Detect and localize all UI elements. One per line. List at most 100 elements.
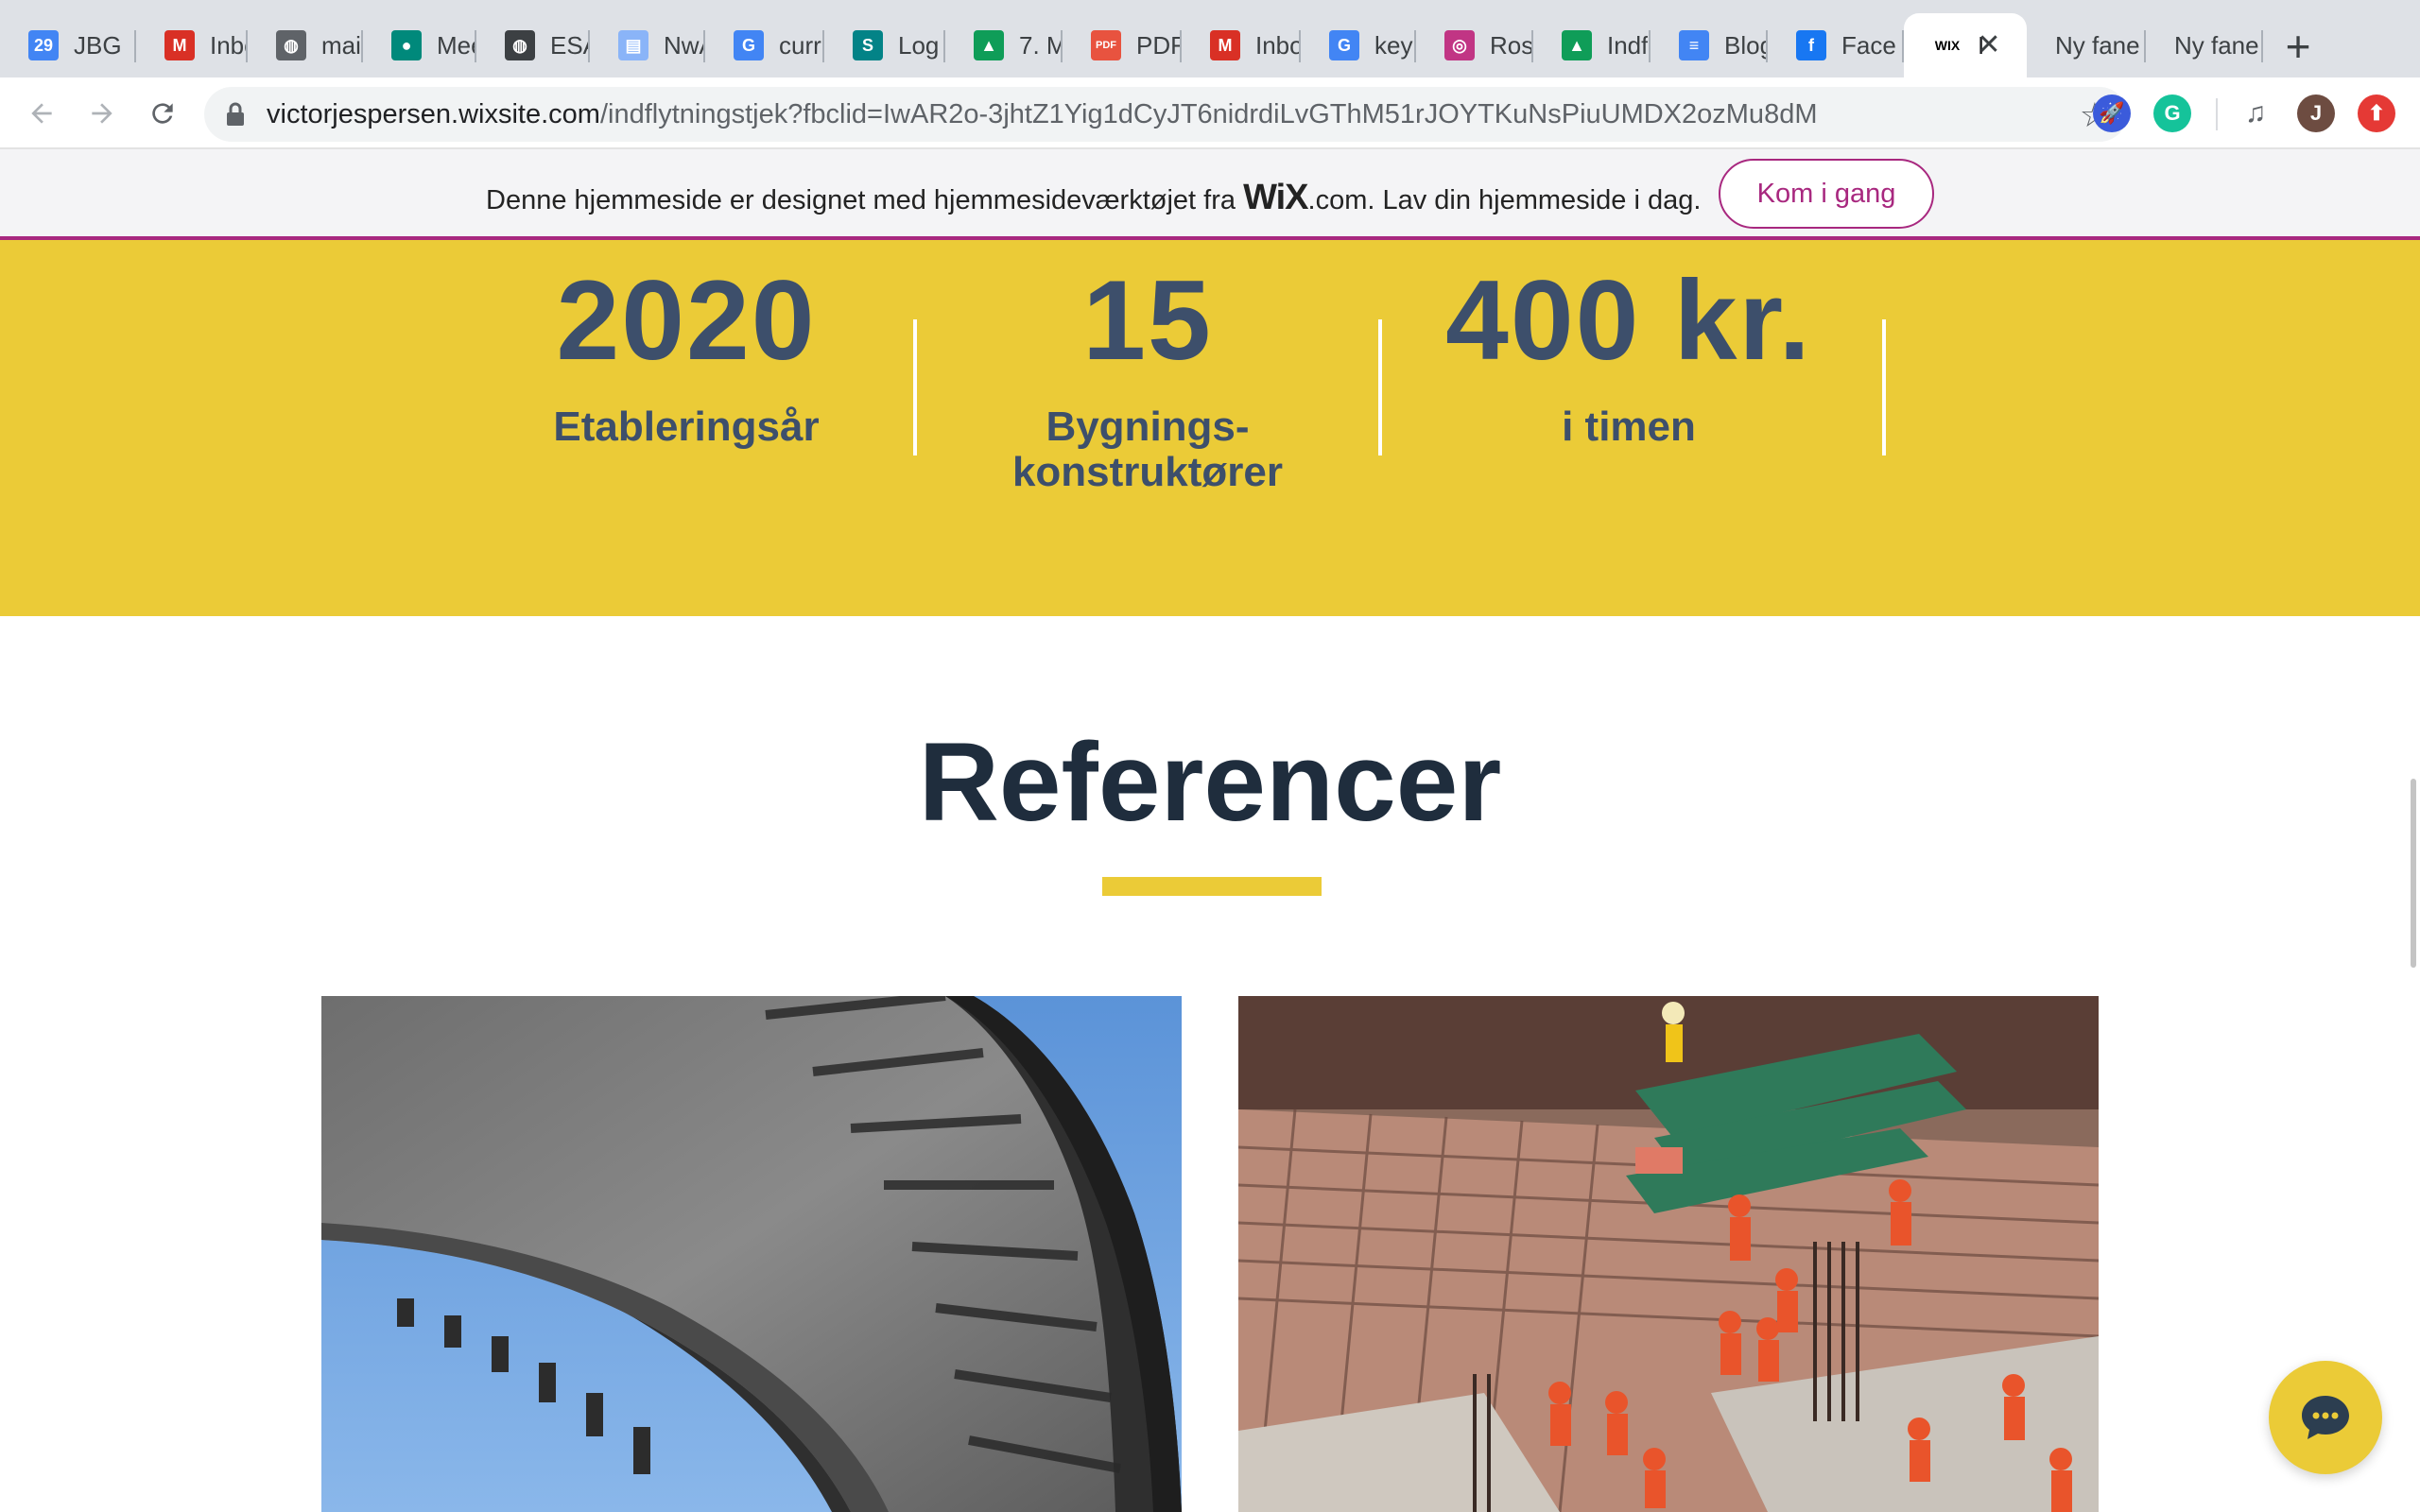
wix-banner-text-before: Denne hjemmeside er designet med hjemmes…: [486, 185, 1244, 215]
chat-button[interactable]: [2269, 1361, 2382, 1474]
docs-icon: ≡: [1679, 30, 1709, 60]
stat-number: 400 kr.: [1445, 257, 1812, 384]
tab-title: keyl: [1374, 30, 1416, 60]
tab-title: Ros: [1490, 30, 1533, 60]
tab-title: Mee: [437, 30, 476, 60]
references-heading: Referencer: [918, 720, 1502, 845]
sharepoint-icon: S: [853, 30, 883, 60]
browser-tab[interactable]: ▤ NwA: [590, 13, 705, 77]
stat-divider: [1378, 319, 1382, 455]
browser-tab[interactable]: S Log: [824, 13, 945, 77]
tab-separator: [2261, 30, 2263, 62]
stat-hourly-rate: 400 kr. i timen: [1402, 240, 1856, 450]
wix-logo[interactable]: WiX: [1243, 178, 1308, 217]
document-icon: ▤: [618, 30, 648, 60]
stat-label: i timen: [1562, 404, 1696, 450]
gmail-icon: M: [164, 30, 195, 60]
stat-label: Bygnings- konstruktører: [1011, 404, 1284, 495]
globe-icon: ◍: [505, 30, 535, 60]
tab-title: mail: [321, 30, 363, 60]
browser-tab[interactable]: ▲ 7. M: [945, 13, 1063, 77]
back-button[interactable]: [17, 89, 66, 138]
tab-title: ESA: [550, 30, 590, 60]
stat-established: 2020 Etableringsår: [459, 240, 913, 450]
reload-icon: [152, 103, 173, 124]
drive-icon: ▲: [1562, 30, 1592, 60]
browser-tab[interactable]: ≡ Blog: [1651, 13, 1768, 77]
globe-icon: ◍: [276, 30, 306, 60]
back-arrow-icon: [31, 103, 52, 124]
google-icon: G: [1329, 30, 1359, 60]
stat-number: 15: [1082, 257, 1213, 384]
tab-title: Ny fane: [2174, 30, 2259, 60]
bridge-photo[interactable]: [321, 996, 1182, 1512]
url-path: /indflytningstjek?fbclid=IwAR2o-3jhtZ1Yi…: [599, 99, 1818, 129]
tab-title: Blog: [1724, 30, 1768, 60]
forward-button[interactable]: [78, 89, 127, 138]
wix-icon: WIX: [1934, 38, 1961, 53]
profile-avatar[interactable]: J: [2297, 94, 2335, 132]
close-tab-icon[interactable]: ✕: [1972, 28, 2006, 62]
url-text: victorjespersen.wixsite.com/indflytnings…: [267, 99, 1817, 130]
browser-toolbar: victorjespersen.wixsite.com/indflytnings…: [0, 77, 2420, 149]
address-bar[interactable]: victorjespersen.wixsite.com/indflytnings…: [204, 87, 2127, 142]
stats-section: 2020 Etableringsår 15 Bygnings- konstruk…: [0, 240, 2420, 616]
pdf-icon: PDF: [1091, 30, 1121, 60]
gmail-icon: M: [1210, 30, 1240, 60]
google-icon: G: [734, 30, 764, 60]
browser-tab[interactable]: ▲ Indf: [1533, 13, 1651, 77]
browser-tab[interactable]: 29 JBG: [0, 13, 136, 77]
browser-tab[interactable]: ◍ ESA: [476, 13, 590, 77]
chat-bubble-icon: [2302, 1396, 2349, 1439]
get-started-button[interactable]: Kom i gang: [1719, 159, 1934, 229]
browser-tab[interactable]: ● Mee: [363, 13, 476, 77]
wix-banner-text: Denne hjemmeside er designet med hjemmes…: [486, 178, 1701, 218]
stat-label: Etableringsår: [553, 404, 820, 450]
forward-arrow-icon: [92, 103, 112, 124]
tab-title: Face: [1841, 30, 1896, 60]
browser-tab[interactable]: Ny fane: [2027, 13, 2146, 77]
tab-title: JBG: [74, 30, 122, 60]
tab-title: Indf: [1607, 30, 1649, 60]
wix-banner-text-after: .com. Lav din hjemmeside i dag.: [1307, 185, 1702, 215]
browser-tab[interactable]: M Inbo: [1182, 13, 1301, 77]
toolbar-divider: [2216, 98, 2218, 130]
tab-title: Ny fane: [2055, 30, 2140, 60]
calendar-icon: 29: [28, 30, 59, 60]
tab-title: NwA: [664, 30, 705, 60]
stat-divider: [1882, 319, 1886, 455]
reload-button[interactable]: [138, 89, 187, 138]
instagram-icon: ◎: [1444, 30, 1475, 60]
tab-title: Inbo: [1255, 30, 1301, 60]
media-control-icon[interactable]: ♫: [2237, 94, 2274, 132]
construction-site-photo[interactable]: [1238, 996, 2099, 1512]
profile-initial: J: [2309, 101, 2323, 125]
drive-icon: ▲: [974, 30, 1004, 60]
tab-title: Log: [898, 30, 940, 60]
browser-tab[interactable]: ◍ mail: [248, 13, 363, 77]
rocket-extension-icon[interactable]: 🚀: [2093, 94, 2131, 132]
update-extension-icon[interactable]: ⬆: [2358, 94, 2395, 132]
heading-underline: [1102, 877, 1322, 896]
browser-tab[interactable]: WIX I ✕: [1904, 13, 2027, 77]
browser-tab[interactable]: PDF PDF: [1063, 13, 1182, 77]
lock-icon: [227, 102, 244, 126]
browser-tab[interactable]: f Face: [1768, 13, 1904, 77]
tab-title: curr: [779, 30, 821, 60]
url-host: victorjespersen.wixsite.com: [267, 99, 600, 129]
grammarly-extension-icon[interactable]: G: [2153, 94, 2191, 132]
browser-tab[interactable]: Gkeyl: [1301, 13, 1416, 77]
tab-title: 7. M: [1019, 30, 1063, 60]
wix-promo-banner: Denne hjemmeside er designet med hjemmes…: [0, 149, 2420, 240]
browser-tab[interactable]: Gcurr: [705, 13, 824, 77]
browser-tab[interactable]: ◎ Ros: [1416, 13, 1533, 77]
browser-tab-strip: 29JBGMInbo◍mail●Mee◍ESA▤NwAGcurrSLog▲7. …: [0, 0, 2420, 77]
facebook-icon: f: [1796, 30, 1826, 60]
browser-tab[interactable]: M Inbo: [136, 13, 248, 77]
new-tab-button[interactable]: +: [2274, 23, 2322, 70]
browser-tab[interactable]: Ny fane: [2146, 13, 2263, 77]
stat-number: 2020: [556, 257, 817, 384]
tab-title: Inbo: [210, 30, 248, 60]
page-scrollbar[interactable]: [2411, 779, 2416, 968]
stat-divider: [913, 319, 917, 455]
